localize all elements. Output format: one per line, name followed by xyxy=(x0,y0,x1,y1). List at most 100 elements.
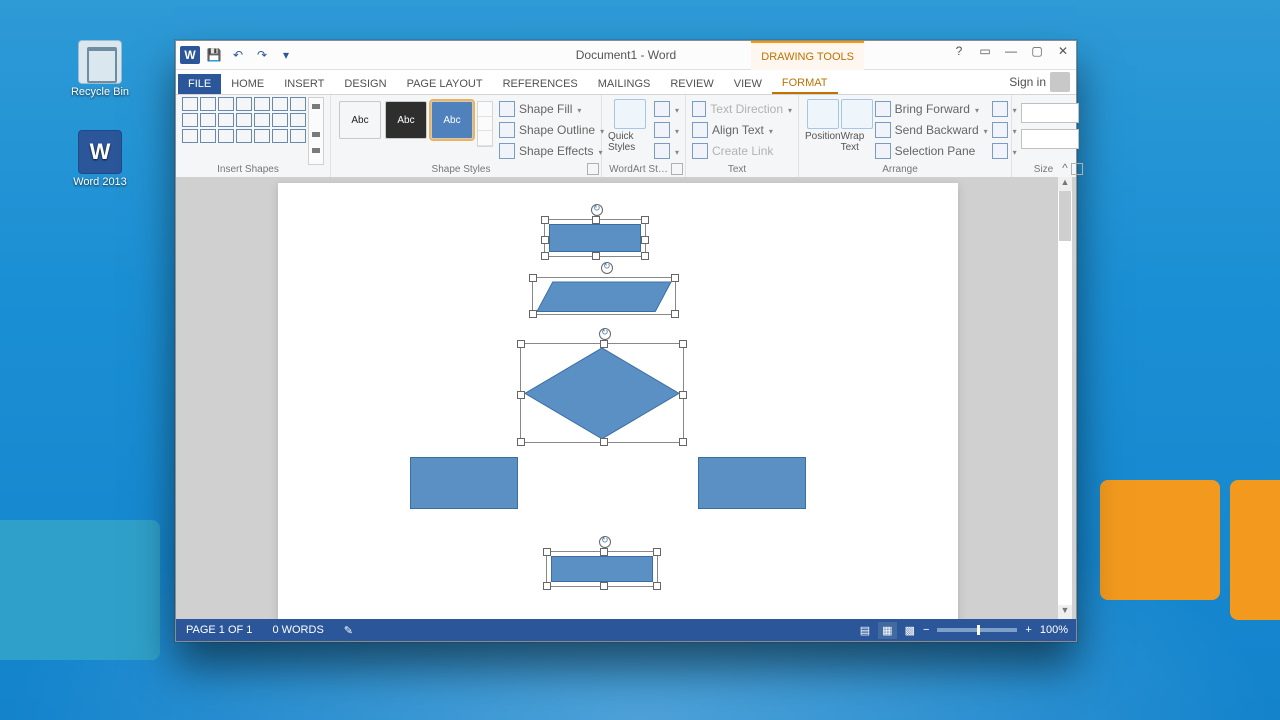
zoom-slider[interactable] xyxy=(937,628,1017,632)
scroll-up-icon[interactable]: ▲ xyxy=(1058,177,1072,191)
desktop-icon-recycle-bin[interactable]: Recycle Bin xyxy=(65,40,135,98)
resize-handle[interactable] xyxy=(517,340,525,348)
zoom-in-button[interactable]: + xyxy=(1025,624,1031,636)
resize-handle[interactable] xyxy=(541,252,549,260)
tab-design[interactable]: DESIGN xyxy=(334,74,396,94)
collapse-ribbon-icon[interactable]: ^ xyxy=(1058,161,1072,175)
rotation-handle-icon[interactable] xyxy=(599,536,611,548)
selection-pane-button[interactable]: Selection Pane xyxy=(875,141,988,161)
text-fill-button[interactable] xyxy=(654,99,679,119)
text-outline-button[interactable] xyxy=(654,120,679,140)
tab-insert[interactable]: INSERT xyxy=(274,74,334,94)
document-page[interactable] xyxy=(278,183,958,619)
dialog-launcher-icon[interactable] xyxy=(587,163,599,175)
zoom-out-button[interactable]: − xyxy=(923,624,929,636)
resize-handle[interactable] xyxy=(679,391,687,399)
print-layout-icon[interactable]: ▦ xyxy=(878,622,896,639)
dialog-launcher-icon[interactable] xyxy=(671,163,683,175)
resize-handle[interactable] xyxy=(600,582,608,590)
align-text-button[interactable]: Align Text xyxy=(692,120,792,140)
flowchart-data-shape[interactable] xyxy=(532,277,676,315)
shape-gallery-more-icon[interactable] xyxy=(308,97,324,165)
tab-review[interactable]: REVIEW xyxy=(660,74,723,94)
resize-handle[interactable] xyxy=(671,310,679,318)
tab-page-layout[interactable]: PAGE LAYOUT xyxy=(397,74,493,94)
quick-styles-button[interactable]: Quick Styles xyxy=(608,97,652,161)
tab-references[interactable]: REFERENCES xyxy=(493,74,588,94)
minimize-button[interactable]: — xyxy=(998,41,1024,63)
shape-height-input[interactable] xyxy=(1021,103,1079,123)
scroll-down-icon[interactable]: ▼ xyxy=(1058,605,1072,619)
page-indicator[interactable]: PAGE 1 OF 1 xyxy=(176,624,262,636)
word-application-window: W 💾 ↶ ↷ ▾ Document1 - Word DRAWING TOOLS… xyxy=(175,40,1077,642)
resize-handle[interactable] xyxy=(592,252,600,260)
resize-handle[interactable] xyxy=(517,391,525,399)
proofing-icon[interactable]: ✎ xyxy=(334,624,363,637)
resize-handle[interactable] xyxy=(641,216,649,224)
resize-handle[interactable] xyxy=(671,274,679,282)
style-gallery-scroll[interactable] xyxy=(477,101,493,147)
resize-handle[interactable] xyxy=(653,582,661,590)
rotation-handle-icon[interactable] xyxy=(601,262,613,274)
shape-effects-button[interactable]: Shape Effects xyxy=(499,141,604,161)
ribbon-display-options[interactable]: ▭ xyxy=(972,41,998,63)
scroll-thumb[interactable] xyxy=(1059,191,1071,241)
flowchart-process-shape[interactable] xyxy=(410,457,518,509)
bring-forward-button[interactable]: Bring Forward xyxy=(875,99,988,119)
rotation-handle-icon[interactable] xyxy=(591,204,603,216)
resize-handle[interactable] xyxy=(541,216,549,224)
resize-handle[interactable] xyxy=(543,582,551,590)
style-swatch-black[interactable]: Abc xyxy=(385,101,427,139)
resize-handle[interactable] xyxy=(517,438,525,446)
word-count[interactable]: 0 WORDS xyxy=(262,624,333,636)
flowchart-decision-shape[interactable] xyxy=(520,343,684,443)
group-label: Shape Styles xyxy=(331,164,591,175)
send-backward-button[interactable]: Send Backward xyxy=(875,120,988,140)
shape-outline-button[interactable]: Shape Outline xyxy=(499,120,604,140)
close-button[interactable]: ✕ xyxy=(1050,41,1076,63)
shape-width-input[interactable] xyxy=(1021,129,1079,149)
tab-view[interactable]: VIEW xyxy=(724,74,772,94)
tab-home[interactable]: HOME xyxy=(221,74,274,94)
shape-fill xyxy=(551,556,653,582)
vertical-scrollbar[interactable]: ▲ ▼ xyxy=(1057,177,1072,619)
desktop-icon-word2013[interactable]: Word 2013 xyxy=(65,130,135,188)
style-gallery[interactable]: Abc Abc Abc xyxy=(337,97,495,151)
resize-handle[interactable] xyxy=(529,274,537,282)
tab-file[interactable]: FILE xyxy=(178,74,221,94)
sign-in-link[interactable]: Sign in xyxy=(1009,72,1070,92)
flowchart-process-shape[interactable] xyxy=(698,457,806,509)
style-swatch-outline[interactable]: Abc xyxy=(339,101,381,139)
resize-handle[interactable] xyxy=(529,310,537,318)
read-mode-icon[interactable]: ▤ xyxy=(860,624,870,637)
resize-handle[interactable] xyxy=(653,548,661,556)
shape-fill-button[interactable]: Shape Fill xyxy=(499,99,604,119)
help-button[interactable]: ? xyxy=(946,41,972,63)
resize-handle[interactable] xyxy=(641,252,649,260)
resize-handle[interactable] xyxy=(592,216,600,224)
flowchart-process-shape[interactable] xyxy=(544,219,646,257)
rotation-handle-icon[interactable] xyxy=(599,328,611,340)
tab-format[interactable]: FORMAT xyxy=(772,73,838,94)
resize-handle[interactable] xyxy=(541,236,549,244)
web-layout-icon[interactable]: ▩ xyxy=(905,624,915,637)
resize-handle[interactable] xyxy=(600,548,608,556)
wrap-text-button[interactable]: Wrap Text xyxy=(841,97,873,161)
text-direction-button[interactable]: Text Direction xyxy=(692,99,792,119)
resize-handle[interactable] xyxy=(679,340,687,348)
text-effects-button[interactable] xyxy=(654,141,679,161)
create-link-button[interactable]: Create Link xyxy=(692,141,792,161)
shape-gallery[interactable] xyxy=(182,97,306,165)
zoom-level[interactable]: 100% xyxy=(1040,624,1068,636)
dialog-launcher-icon[interactable] xyxy=(1071,163,1083,175)
maximize-button[interactable]: ▢ xyxy=(1024,41,1050,63)
tab-mailings[interactable]: MAILINGS xyxy=(588,74,661,94)
style-swatch-blue-selected[interactable]: Abc xyxy=(431,101,473,139)
resize-handle[interactable] xyxy=(543,548,551,556)
resize-handle[interactable] xyxy=(600,438,608,446)
resize-handle[interactable] xyxy=(641,236,649,244)
position-button[interactable]: Position xyxy=(805,97,841,161)
flowchart-process-shape[interactable] xyxy=(546,551,658,587)
resize-handle[interactable] xyxy=(600,340,608,348)
resize-handle[interactable] xyxy=(679,438,687,446)
